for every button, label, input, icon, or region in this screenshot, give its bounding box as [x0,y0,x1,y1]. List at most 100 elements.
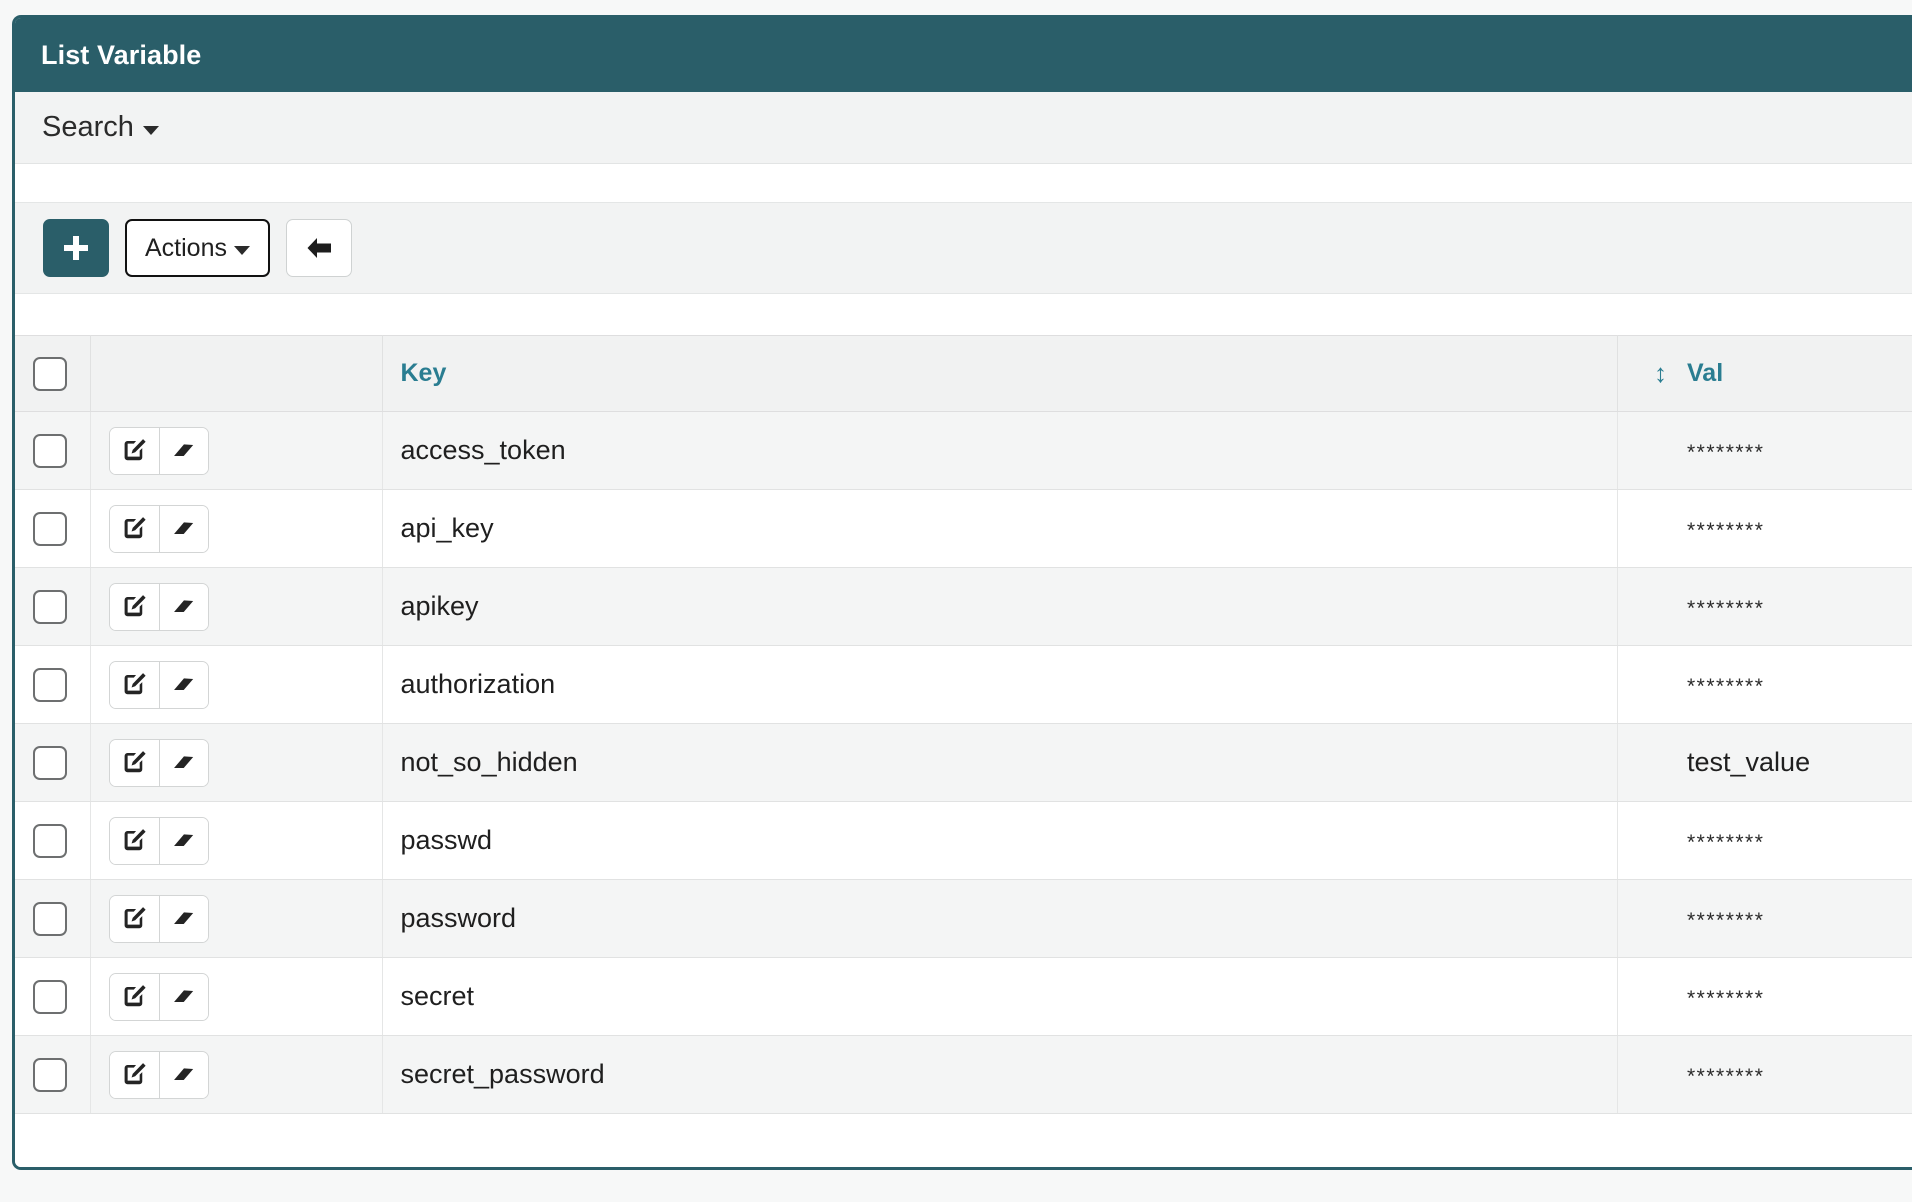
erase-row-button[interactable] [159,662,208,708]
row-action-group [109,817,209,865]
search-toggle-label: Search [42,111,134,144]
row-val-cell: ******** [1671,958,1912,1036]
select-all-header [15,336,90,412]
row-key-cell: authorization [382,646,1617,724]
masked-value: ******** [1687,597,1764,620]
erase-row-button[interactable] [159,818,208,864]
row-val-cell: ******** [1671,412,1912,490]
table-row: api_key******** [15,490,1912,568]
row-actions-cell [90,568,382,646]
sort-toggle-header[interactable]: ↕ [1617,336,1671,412]
row-checkbox[interactable] [33,824,67,858]
eraser-icon [170,593,197,620]
row-actions-cell [90,646,382,724]
row-action-group [109,427,209,475]
edit-row-button[interactable] [110,818,159,864]
edit-row-button[interactable] [110,428,159,474]
edit-row-button[interactable] [110,584,159,630]
row-sort-spacer-cell [1617,412,1671,490]
erase-row-button[interactable] [159,896,208,942]
row-select-cell [15,412,90,490]
row-action-group [109,505,209,553]
row-actions-cell [90,490,382,568]
add-variable-button[interactable] [43,219,109,277]
table-header-row: Key ↕ Val [15,336,1912,412]
spacer-below-toolbar [15,294,1912,335]
row-action-group [109,661,209,709]
row-val-cell: test_value [1671,724,1912,802]
row-select-cell [15,646,90,724]
masked-value: ******** [1687,987,1764,1010]
row-checkbox[interactable] [33,434,67,468]
edit-row-button[interactable] [110,1052,159,1098]
erase-row-button[interactable] [159,584,208,630]
column-header-key-label: Key [401,359,447,387]
chevron-down-icon [234,246,250,255]
erase-row-button[interactable] [159,1052,208,1098]
eraser-icon [170,827,197,854]
row-checkbox[interactable] [33,1058,67,1092]
edit-pencil-icon [121,827,148,854]
row-key-cell: secret_password [382,1036,1617,1114]
table-row: passwd******** [15,802,1912,880]
chevron-down-icon [143,126,159,135]
eraser-icon [170,671,197,698]
row-sort-spacer-cell [1617,646,1671,724]
edit-pencil-icon [121,515,148,542]
row-actions-cell [90,880,382,958]
row-val-cell: ******** [1671,646,1912,724]
row-checkbox[interactable] [33,746,67,780]
eraser-icon [170,905,197,932]
row-select-cell [15,724,90,802]
plain-value: test_value [1687,747,1810,777]
search-toggle-button[interactable]: Search [42,111,159,144]
masked-value: ******** [1687,519,1764,542]
edit-row-button[interactable] [110,896,159,942]
edit-row-button[interactable] [110,662,159,708]
eraser-icon [170,1061,197,1088]
erase-row-button[interactable] [159,506,208,552]
erase-row-button[interactable] [159,974,208,1020]
table-row: secret_password ******** [15,1036,1912,1114]
table-row: secret ******** [15,958,1912,1036]
table-footer [15,1114,1912,1168]
row-checkbox[interactable] [33,512,67,546]
edit-row-button[interactable] [110,740,159,786]
row-val-cell: ******** [1671,490,1912,568]
row-actions-header [90,336,382,412]
table-body: access_token********api_key********apike… [15,412,1912,1114]
erase-row-button[interactable] [159,740,208,786]
masked-value: ******** [1687,831,1764,854]
row-checkbox[interactable] [33,590,67,624]
edit-row-button[interactable] [110,506,159,552]
arrow-left-icon [304,235,334,261]
edit-pencil-icon [121,437,148,464]
edit-pencil-icon [121,593,148,620]
row-select-cell [15,958,90,1036]
actions-dropdown-button[interactable]: Actions [125,219,270,277]
row-select-cell [15,568,90,646]
list-variable-panel: List Variable Search Actions [12,15,1912,1170]
row-checkbox[interactable] [33,902,67,936]
row-checkbox[interactable] [33,980,67,1014]
edit-row-button[interactable] [110,974,159,1020]
row-actions-cell [90,958,382,1036]
back-button[interactable] [286,219,352,277]
masked-value: ******** [1687,441,1764,464]
masked-value: ******** [1687,1065,1764,1088]
row-val-cell: ******** [1671,568,1912,646]
column-header-val[interactable]: Val [1671,336,1912,412]
eraser-icon [170,437,197,464]
table-row: not_so_hiddentest_value [15,724,1912,802]
table-row: password******** [15,880,1912,958]
row-select-cell [15,880,90,958]
select-all-checkbox[interactable] [33,357,67,391]
column-header-key[interactable]: Key [382,336,1617,412]
row-key-cell: secret [382,958,1617,1036]
row-sort-spacer-cell [1617,802,1671,880]
eraser-icon [170,983,197,1010]
row-checkbox[interactable] [33,668,67,702]
erase-row-button[interactable] [159,428,208,474]
panel-header: List Variable [15,18,1912,92]
table-row: authorization ******** [15,646,1912,724]
